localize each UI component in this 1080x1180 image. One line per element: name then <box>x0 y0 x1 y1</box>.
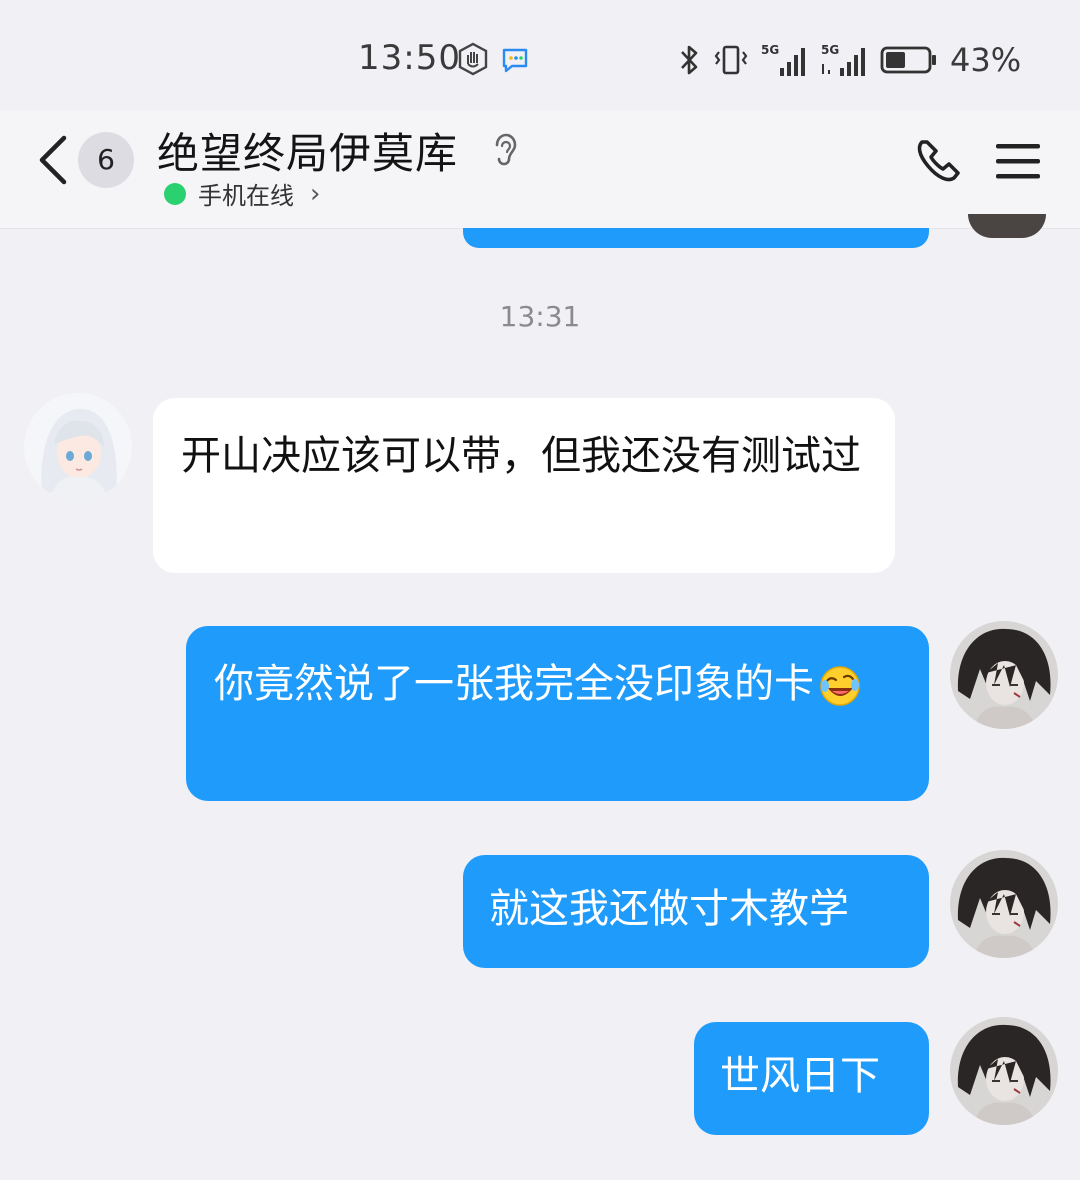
dark-hair-avatar-image <box>950 621 1058 729</box>
previous-avatar[interactable] <box>968 214 1046 238</box>
message-bubble-incoming[interactable]: 开山决应该可以带，但我还没有测试过 <box>153 398 895 573</box>
message-text: 世风日下 <box>720 1053 880 1099</box>
presence-status[interactable]: 手机在线 › <box>164 176 320 211</box>
menu-icon[interactable] <box>994 140 1042 182</box>
message-text: 就这我还做寸木教学 <box>489 886 849 932</box>
hand-gesture-icon <box>458 42 488 76</box>
laughing-crying-emoji-icon <box>820 666 860 706</box>
battery-percent: 43% <box>950 41 1022 79</box>
bluetooth-icon <box>681 45 698 75</box>
chat-header: 6 绝望终局伊莫库 手机在线 › <box>0 110 1080 229</box>
network-label-2: 5G <box>821 43 839 57</box>
message-bubble-outgoing[interactable]: 就这我还做寸木教学 <box>463 855 929 968</box>
ear-icon <box>495 133 517 166</box>
anime-girl-avatar-image <box>24 393 132 501</box>
status-bar: 13:50 5G 5G 43% <box>0 0 1080 110</box>
unread-count-badge[interactable]: 6 <box>78 132 134 188</box>
network-label-1: 5G <box>761 43 779 57</box>
my-avatar[interactable] <box>950 621 1058 729</box>
chat-app-icon <box>502 48 528 73</box>
dark-hair-avatar-image <box>950 1017 1058 1125</box>
status-time: 13:50 <box>358 38 461 78</box>
message-text: 你竟然说了一张我完全没印象的卡 <box>214 661 814 707</box>
signal-5g-icon-1: 5G <box>761 43 805 76</box>
phone-call-icon[interactable] <box>912 134 972 190</box>
battery-icon <box>880 46 936 74</box>
chevron-right-icon: › <box>310 178 321 209</box>
message-bubble-outgoing[interactable]: 你竟然说了一张我完全没印象的卡 <box>186 626 929 801</box>
contact-name[interactable]: 绝望终局伊莫库 <box>157 120 458 181</box>
online-dot <box>164 182 186 205</box>
my-avatar[interactable] <box>950 1017 1058 1125</box>
message-timestamp: 13:31 <box>499 300 581 333</box>
message-bubble-outgoing[interactable]: 世风日下 <box>694 1022 929 1135</box>
previous-message-bubble[interactable] <box>463 228 929 248</box>
signal-5g-icon-2: 5G <box>821 43 865 76</box>
dark-hair-avatar-image <box>950 850 1058 958</box>
my-avatar[interactable] <box>950 850 1058 958</box>
back-arrow-icon[interactable] <box>30 130 74 190</box>
presence-text: 手机在线 <box>198 182 294 210</box>
contact-avatar[interactable] <box>24 393 132 501</box>
vibrate-icon <box>714 45 748 75</box>
status-right-icons: 5G 5G 43% <box>676 40 1021 80</box>
message-text: 开山决应该可以带，但我还没有测试过 <box>181 433 861 479</box>
